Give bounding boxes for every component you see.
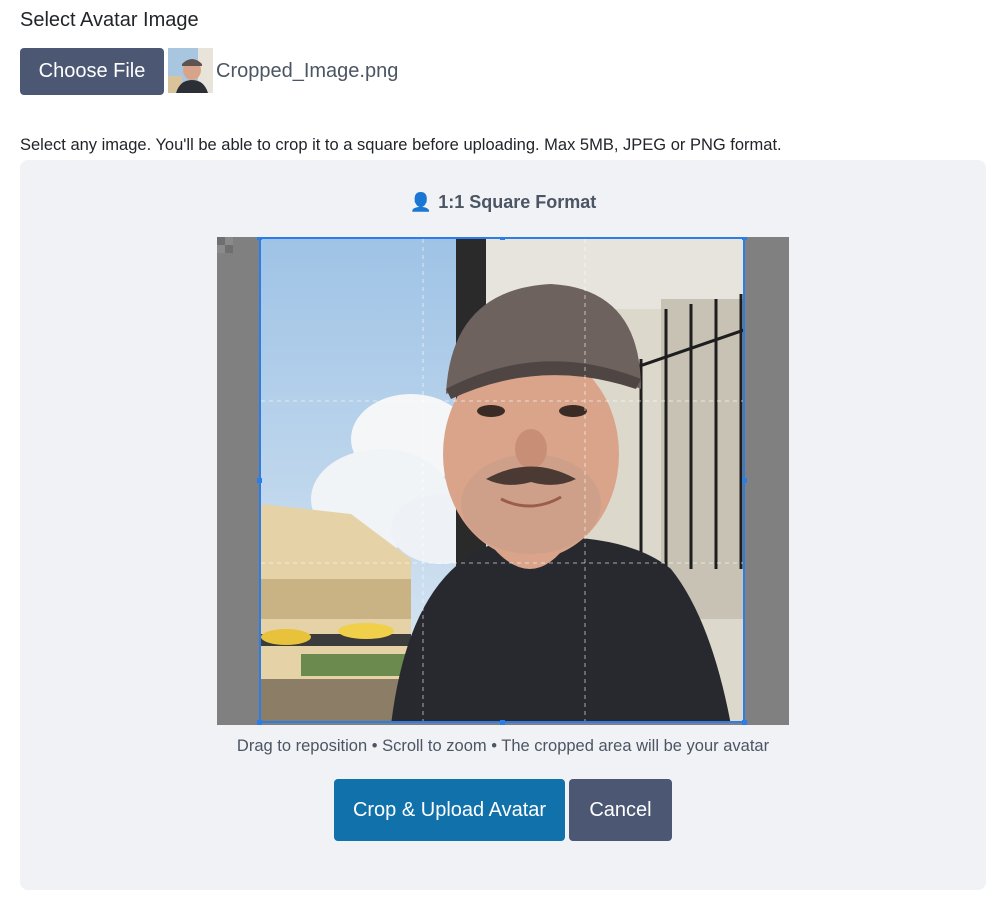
crop-panel: 👤 1:1 Square Format Drag to reposition •… — [20, 160, 986, 890]
transparency-checker — [217, 237, 233, 253]
crop-handle-bottom-left[interactable] — [257, 720, 262, 725]
crop-handle-top[interactable] — [500, 237, 505, 240]
cancel-button[interactable]: Cancel — [569, 779, 672, 841]
selected-file-thumbnail — [168, 48, 213, 93]
crop-handle-bottom[interactable] — [500, 720, 505, 725]
crop-handle-top-left[interactable] — [257, 237, 262, 240]
upload-help-text: Select any image. You'll be able to crop… — [20, 136, 782, 154]
person-icon: 👤 — [409, 192, 433, 212]
crop-handle-bottom-right[interactable] — [742, 720, 747, 725]
crop-hint: Drag to reposition • Scroll to zoom • Th… — [236, 737, 770, 755]
crop-handle-left[interactable] — [257, 478, 262, 483]
crop-handle-right[interactable] — [742, 478, 747, 483]
avatar-field-label: Select Avatar Image — [20, 9, 199, 31]
choose-file-button[interactable]: Choose File — [20, 48, 164, 95]
avatar-photo — [261, 239, 743, 721]
format-label: 1:1 Square Format — [438, 192, 597, 212]
crop-handle-top-right[interactable] — [742, 237, 747, 240]
crop-stage[interactable] — [217, 237, 789, 725]
crop-selection[interactable] — [259, 237, 745, 723]
format-title: 👤 1:1 Square Format — [20, 192, 986, 213]
selected-file-name: Cropped_Image.png — [216, 60, 399, 82]
crop-upload-button[interactable]: Crop & Upload Avatar — [334, 779, 565, 841]
